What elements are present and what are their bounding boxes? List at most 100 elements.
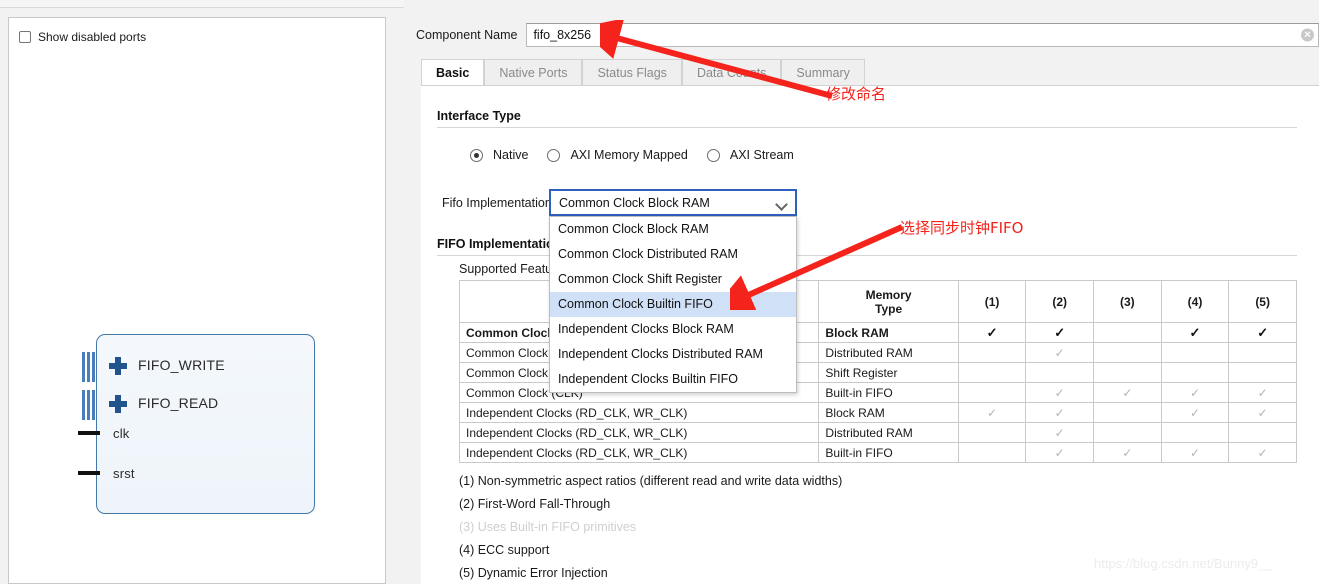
cell-feature-3: [1093, 342, 1162, 363]
col-header-memory-type: Memory Type: [818, 280, 959, 323]
check-icon: ✓: [987, 405, 998, 420]
cell-memory-type: Built-in FIFO: [818, 382, 959, 403]
check-icon: ✓: [986, 324, 998, 340]
cell-feature-2: ✓: [1025, 402, 1095, 423]
check-icon: ✓: [1054, 445, 1065, 460]
cell-feature-5: [1228, 342, 1297, 363]
col-header-memory-type-line2: Type: [875, 301, 903, 316]
show-disabled-ports-label: Show disabled ports: [38, 30, 147, 44]
cell-clock: Independent Clocks (RD_CLK, WR_CLK): [458, 402, 820, 423]
dropdown-option-2[interactable]: Common Clock Shift Register: [550, 267, 796, 292]
check-icon: ✓: [1189, 445, 1201, 460]
col-header-2: (2): [1025, 280, 1095, 323]
cell-memory-type: Built-in FIFO: [818, 442, 959, 463]
cell-feature-1: [957, 442, 1027, 463]
fifo-implementation-dropdown[interactable]: Common Clock Block RAM Common Clock Distr…: [549, 216, 797, 393]
footnote-4: (4) ECC support: [459, 543, 550, 557]
check-icon: ✓: [1257, 385, 1268, 400]
tab-data-counts-label: Data Counts: [696, 66, 767, 80]
interface-type-rule: [437, 127, 1297, 128]
expand-fifo-read-icon[interactable]: [109, 395, 127, 413]
check-icon: ✓: [1122, 445, 1133, 460]
component-name-value: fifo_8x256: [533, 28, 592, 42]
footnote-2: (2) First-Word Fall-Through: [459, 497, 611, 511]
cell-feature-2: ✓: [1025, 442, 1095, 463]
clear-icon[interactable]: ✕: [1301, 28, 1314, 42]
cell-feature-2: ✓: [1025, 382, 1095, 403]
check-icon: ✓: [1054, 345, 1065, 360]
port-label-fifo-write: FIFO_WRITE: [138, 357, 225, 373]
table-row: Independent Clocks (RD_CLK, WR_CLK) Distr…: [458, 422, 1297, 443]
fifo-implementation-select[interactable]: Common Clock Block RAM: [549, 189, 797, 216]
symbol-preview-panel: Show disabled ports FIFO_WRITE FIFO_READ…: [8, 17, 386, 584]
cell-clock: Independent Clocks (RD_CLK, WR_CLK): [458, 442, 820, 463]
cell-feature-4: [1160, 342, 1230, 363]
port-label-srst: srst: [113, 466, 135, 481]
cell-feature-4: ✓: [1160, 402, 1230, 423]
radio-native[interactable]: [470, 148, 483, 162]
check-icon: ✓: [1054, 425, 1065, 440]
radio-axi-stream[interactable]: [706, 148, 720, 162]
cell-feature-4: [1160, 422, 1230, 443]
pin-stub-clk-icon: [78, 431, 100, 435]
tab-status-flags[interactable]: Status Flags: [582, 59, 682, 86]
table-row: Independent Clocks (RD_CLK, WR_CLK) Built…: [458, 442, 1297, 463]
check-icon: ✓: [1257, 445, 1268, 460]
check-icon: ✓: [1122, 385, 1133, 400]
bus-stub-fifo-read-icon: [82, 390, 96, 420]
check-icon: ✓: [1054, 385, 1065, 400]
col-header-memory-type-line1: Memory: [865, 287, 912, 302]
tab-summary[interactable]: Summary: [781, 59, 865, 86]
show-disabled-ports-checkbox[interactable]: [19, 31, 31, 43]
chevron-down-icon[interactable]: [777, 200, 786, 209]
expand-fifo-write-icon[interactable]: [109, 357, 127, 375]
col-header-3: (3): [1093, 280, 1162, 323]
cell-memory-type: Block RAM: [818, 402, 959, 423]
dropdown-option-3[interactable]: Common Clock Builtin FIFO: [550, 292, 796, 317]
tab-data-counts[interactable]: Data Counts: [681, 59, 782, 86]
check-icon: ✓: [1054, 405, 1065, 420]
cell-feature-1: ✓: [957, 322, 1027, 343]
check-icon: ✓: [1189, 385, 1201, 400]
component-name-input[interactable]: fifo_8x256 ✕: [526, 23, 1319, 47]
cell-feature-2: [1025, 362, 1095, 383]
dropdown-option-1[interactable]: Common Clock Distributed RAM: [550, 242, 796, 267]
radio-axi-memory-mapped[interactable]: [547, 148, 561, 162]
cell-feature-4: [1160, 362, 1230, 383]
dropdown-option-5[interactable]: Independent Clocks Distributed RAM: [550, 342, 796, 367]
check-icon: ✓: [1257, 324, 1269, 340]
cell-feature-4: ✓: [1160, 442, 1230, 463]
check-icon: ✓: [1054, 324, 1066, 340]
cell-feature-5: ✓: [1228, 442, 1297, 463]
footnote-3: (3) Uses Built-in FIFO primitives: [459, 520, 637, 534]
show-disabled-ports-row[interactable]: Show disabled ports: [19, 30, 146, 44]
check-icon: ✓: [1189, 324, 1201, 340]
port-label-clk: clk: [113, 426, 130, 441]
cell-memory-type: Block RAM: [818, 322, 959, 343]
cell-feature-1: [957, 362, 1027, 383]
cell-feature-3: ✓: [1093, 442, 1162, 463]
cell-feature-1: ✓: [957, 402, 1027, 423]
cell-memory-type: Distributed RAM: [818, 422, 959, 443]
port-label-fifo-read: FIFO_READ: [138, 395, 219, 411]
cell-feature-1: [957, 422, 1027, 443]
annotation-select-fifo-text: 选择同步时钟FIFO: [900, 219, 1024, 237]
cell-feature-5: [1228, 422, 1297, 443]
cell-feature-5: ✓: [1228, 402, 1297, 423]
cell-feature-3: [1093, 362, 1162, 383]
dropdown-option-4[interactable]: Independent Clocks Block RAM: [550, 317, 796, 342]
radio-axi-memory-mapped-label: AXI Memory Mapped: [570, 148, 688, 162]
tab-native-ports[interactable]: Native Ports: [484, 59, 583, 86]
cell-feature-5: ✓: [1228, 322, 1297, 343]
radio-axi-stream-label: AXI Stream: [729, 148, 794, 162]
cell-feature-1: [957, 382, 1027, 403]
footnote-1: (1) Non-symmetric aspect ratios (differe…: [459, 474, 843, 488]
tab-basic[interactable]: Basic: [421, 59, 485, 86]
cell-feature-3: ✓: [1093, 382, 1162, 403]
fifo-symbol-diagram: FIFO_WRITE FIFO_READ clk srst: [71, 316, 331, 526]
dropdown-option-0[interactable]: Common Clock Block RAM: [550, 217, 796, 242]
cell-feature-3: [1093, 422, 1162, 443]
dropdown-option-6[interactable]: Independent Clocks Builtin FIFO: [550, 367, 796, 392]
cell-clock: Independent Clocks (RD_CLK, WR_CLK): [458, 422, 820, 443]
cell-feature-2: ✓: [1025, 342, 1095, 363]
